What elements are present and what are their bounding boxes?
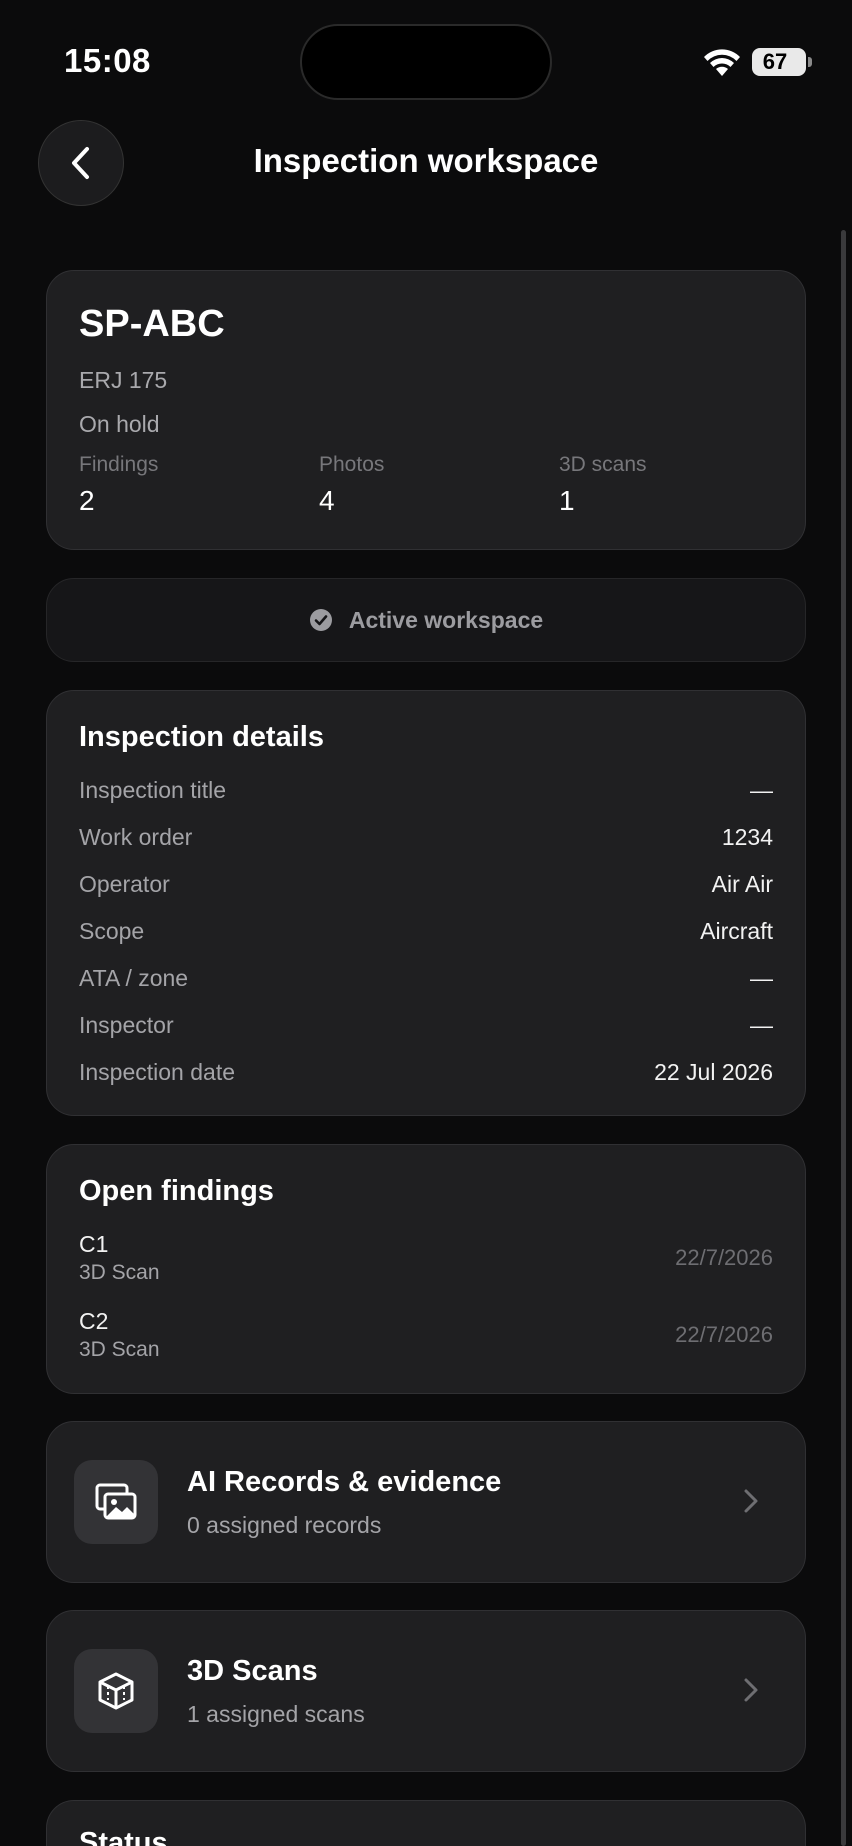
detail-value: 1234 <box>721 823 773 850</box>
status-time: 15:08 <box>64 42 151 79</box>
inspection-details-card: Inspection details Inspection title — Wo… <box>46 690 806 1116</box>
detail-value: — <box>750 964 773 991</box>
finding-code: C1 <box>79 1231 109 1257</box>
aircraft-registration: SP-ABC <box>79 303 225 345</box>
detail-value: — <box>750 1011 773 1038</box>
card-subtitle: 1 assigned scans <box>187 1701 365 1727</box>
detail-row-inspector: Inspector — <box>79 1010 773 1040</box>
stat-findings: Findings 2 <box>79 453 158 517</box>
finding-item-c2[interactable]: C2 3D Scan 22/7/2026 <box>79 1308 773 1368</box>
checkmark-circle-icon <box>309 609 332 631</box>
detail-row-inspection-date: Inspection date 22 Jul 2026 <box>79 1057 773 1087</box>
detail-row-operator: Operator Air Air <box>79 869 773 899</box>
detail-value: — <box>750 776 773 803</box>
battery-level: 67 <box>762 49 788 74</box>
wifi-icon <box>704 49 740 76</box>
stat-3d-scans: 3D scans 1 <box>559 453 647 517</box>
detail-row-inspection-title: Inspection title — <box>79 775 773 805</box>
detail-label: Work order <box>79 823 193 850</box>
3d-scans-card[interactable]: 3D Scans 1 assigned scans <box>46 1610 806 1772</box>
photo-gallery-icon <box>74 1460 158 1544</box>
stat-value: 4 <box>319 485 335 516</box>
finding-date: 22/7/2026 <box>675 1245 773 1270</box>
section-title: Status <box>79 1827 168 1846</box>
finding-code: C2 <box>79 1308 109 1334</box>
finding-type: 3D Scan <box>79 1261 160 1284</box>
dynamic-island <box>300 24 552 100</box>
card-subtitle: 0 assigned records <box>187 1512 382 1538</box>
inspection-status: On hold <box>79 411 160 437</box>
detail-label: ATA / zone <box>79 964 189 991</box>
detail-row-work-order: Work order 1234 <box>79 822 773 852</box>
card-title: AI Records & evidence <box>187 1466 502 1498</box>
detail-label: Inspection title <box>79 776 227 803</box>
status-bar: 15:08 67 <box>0 0 852 120</box>
cube-icon <box>74 1649 158 1733</box>
stat-value: 1 <box>559 485 575 516</box>
stat-label: Findings <box>79 453 159 476</box>
detail-label: Operator <box>79 870 170 897</box>
aircraft-model: ERJ 175 <box>79 367 168 393</box>
scrollbar[interactable] <box>841 230 846 1846</box>
finding-date: 22/7/2026 <box>675 1322 773 1347</box>
card-title: 3D Scans <box>187 1655 318 1687</box>
open-findings-card: Open findings C1 3D Scan 22/7/2026 C2 3D… <box>46 1144 806 1394</box>
chevron-right-icon <box>744 1678 758 1702</box>
stat-label: Photos <box>319 453 385 476</box>
page-title: Inspection workspace <box>253 142 599 179</box>
stat-photos: Photos 4 <box>319 453 384 517</box>
finding-type: 3D Scan <box>79 1338 160 1361</box>
section-title: Open findings <box>79 1175 274 1207</box>
aircraft-summary-card: SP-ABC ERJ 175 On hold Findings 2 Photos… <box>46 270 806 550</box>
detail-value: 22 Jul 2026 <box>654 1058 773 1085</box>
stat-label: 3D scans <box>559 453 647 476</box>
detail-row-ata-zone: ATA / zone — <box>79 963 773 993</box>
active-workspace-label: Active workspace <box>348 606 544 633</box>
active-workspace-button[interactable]: Active workspace <box>46 578 806 662</box>
detail-label: Scope <box>79 917 145 944</box>
ai-records-card[interactable]: AI Records & evidence 0 assigned records <box>46 1421 806 1583</box>
finding-item-c1[interactable]: C1 3D Scan 22/7/2026 <box>79 1231 773 1291</box>
section-title: Inspection details <box>79 721 324 753</box>
chevron-right-icon <box>744 1489 758 1513</box>
detail-row-scope: Scope Aircraft <box>79 916 773 946</box>
status-card: Status <box>46 1800 806 1846</box>
detail-label: Inspector <box>79 1011 174 1038</box>
stat-value: 2 <box>79 485 95 516</box>
battery-icon: 67 <box>752 48 812 76</box>
detail-value: Aircraft <box>700 917 773 944</box>
detail-label: Inspection date <box>79 1058 236 1085</box>
detail-value: Air Air <box>711 870 773 897</box>
